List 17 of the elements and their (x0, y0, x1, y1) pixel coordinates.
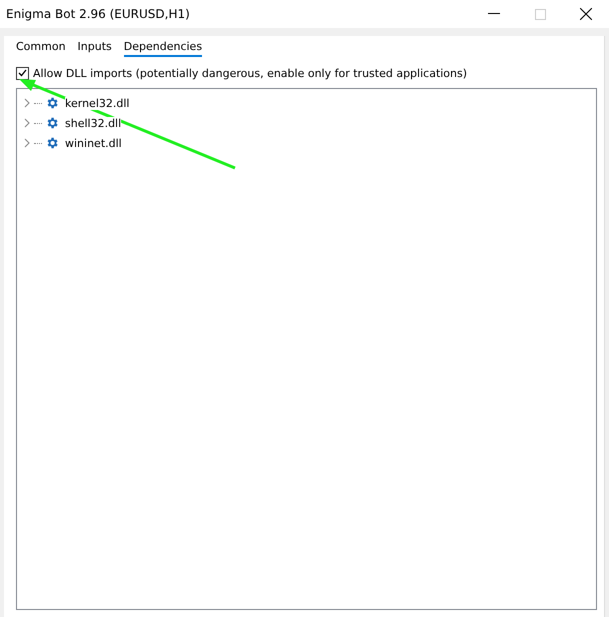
window-title: Enigma Bot 2.96 (EURUSD,H1) (6, 7, 191, 21)
close-icon[interactable] (580, 8, 592, 20)
tree-item[interactable]: wininet.dll (65, 136, 122, 150)
gear-icon (45, 116, 59, 130)
checkbox[interactable] (16, 66, 29, 80)
tab[interactable]: Inputs (78, 38, 112, 56)
checkbox-label: Allow DLL imports (potentially dangerous, enable only for trusted applications) (33, 66, 468, 80)
tree-item[interactable]: shell32.dll (65, 116, 122, 130)
expand-icon[interactable] (23, 138, 31, 148)
gear-icon (45, 136, 59, 150)
tab[interactable]: Common (16, 38, 66, 56)
tree-item[interactable]: kernel32.dll (65, 96, 130, 110)
gear-icon (45, 96, 59, 110)
expand-icon[interactable] (23, 118, 31, 128)
expand-icon[interactable] (23, 98, 31, 108)
tab[interactable]: Dependencies (124, 38, 202, 56)
minimize-icon[interactable] (488, 13, 500, 15)
